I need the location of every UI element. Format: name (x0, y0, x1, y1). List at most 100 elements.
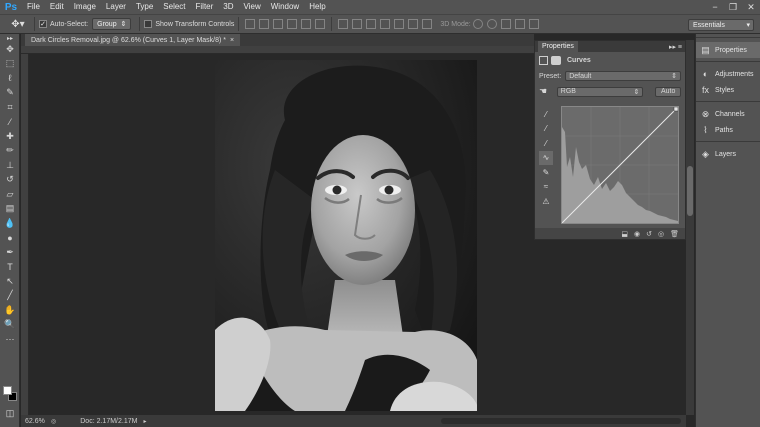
3d-roll-icon[interactable] (486, 19, 497, 29)
menu-select[interactable]: Select (158, 0, 190, 14)
hand-tool-icon[interactable]: ✋ (0, 303, 20, 318)
targeted-adjustment-icon[interactable]: ☚ (539, 86, 553, 97)
workspace-switcher[interactable]: Essentials ▾ (688, 19, 754, 31)
horizontal-scrollbar[interactable] (441, 418, 681, 424)
edit-points-icon[interactable]: ∿ (539, 150, 553, 165)
distribute-top-icon[interactable] (338, 19, 349, 29)
preset-dropdown[interactable]: Default ⇕ (565, 71, 681, 81)
auto-select-value: Group (97, 20, 117, 28)
document-tab[interactable]: Dark Circles Removal.jpg @ 62.6% (Curves… (25, 34, 241, 46)
panel-scrollbar[interactable] (686, 40, 694, 415)
align-bottom-icon[interactable] (273, 19, 284, 29)
marquee-tool-icon[interactable]: ⬚ (0, 57, 20, 72)
3d-rotate-icon[interactable] (472, 19, 483, 29)
vertical-ruler[interactable] (21, 54, 29, 415)
dock-item-properties[interactable]: ▤ Properties (696, 42, 760, 58)
eyedropper-tool-icon[interactable]: ⁄ (0, 115, 20, 130)
path-selection-tool-icon[interactable]: ↖ (0, 274, 20, 289)
clipping-warning-icon[interactable]: ⚠ (539, 194, 553, 208)
menu-help[interactable]: Help (304, 0, 330, 14)
curves-graph[interactable] (561, 106, 679, 224)
shape-tool-icon[interactable]: ╱ (0, 289, 20, 304)
align-top-icon[interactable] (245, 19, 256, 29)
distribute-vcenter-icon[interactable] (352, 19, 363, 29)
distribute-right-icon[interactable] (408, 19, 419, 29)
reset-icon[interactable]: ↺ (646, 230, 652, 238)
type-tool-icon[interactable]: T (0, 260, 20, 275)
auto-select-dropdown[interactable]: Group ⇕ (92, 18, 132, 30)
brush-tool-icon[interactable]: ✏ (0, 144, 20, 159)
menu-3d[interactable]: 3D (218, 0, 238, 14)
dock-item-channels[interactable]: ⊗ Channels (696, 106, 760, 122)
menu-image[interactable]: Image (69, 0, 101, 14)
auto-select-checkbox[interactable]: ✓ Auto-Select: (39, 20, 88, 28)
white-point-eyedropper-icon[interactable]: ⁄ (539, 136, 553, 150)
visibility-eye-icon[interactable]: ◎ (658, 230, 664, 238)
auto-align-icon[interactable] (422, 19, 433, 29)
menu-type[interactable]: Type (131, 0, 158, 14)
panel-scroll-thumb[interactable] (687, 166, 693, 216)
channel-dropdown[interactable]: RGB ⇕ (556, 86, 644, 97)
collapse-toolbar-icon[interactable]: ▸▸ (0, 34, 20, 42)
auto-button[interactable]: Auto (655, 86, 681, 97)
black-point-eyedropper-icon[interactable]: ⁄ (539, 107, 553, 121)
status-menu-arrow-icon[interactable]: ▸ (143, 418, 146, 425)
close-icon[interactable]: ✕ (742, 0, 760, 14)
pen-tool-icon[interactable]: ✒ (0, 245, 20, 260)
healing-brush-tool-icon[interactable]: ✚ (0, 129, 20, 144)
pencil-draw-icon[interactable]: ✎ (539, 165, 553, 179)
menu-filter[interactable]: Filter (191, 0, 219, 14)
lasso-tool-icon[interactable]: ℓ (0, 71, 20, 86)
dock-item-styles[interactable]: fx Styles (696, 82, 760, 98)
zoom-stepper-icon[interactable]: ◎ (51, 418, 56, 425)
align-hcenter-icon[interactable] (301, 19, 312, 29)
delete-trash-icon[interactable]: 🗑 (670, 230, 679, 238)
align-left-icon[interactable] (287, 19, 298, 29)
distribute-left-icon[interactable] (380, 19, 391, 29)
menu-edit[interactable]: Edit (45, 0, 69, 14)
restore-icon[interactable]: ❐ (724, 0, 742, 14)
move-tool-icon[interactable]: ✥ (0, 42, 20, 57)
view-previous-icon[interactable]: ◉ (634, 230, 640, 238)
clip-to-layer-icon[interactable]: ⬓ (621, 230, 628, 238)
menu-layer[interactable]: Layer (101, 0, 131, 14)
blur-tool-icon[interactable]: 💧 (0, 216, 20, 231)
zoom-level[interactable]: 62.6% (21, 418, 51, 425)
properties-tab[interactable]: Properties (538, 41, 578, 52)
quick-mask-icon[interactable]: ◫ (0, 406, 20, 421)
document-image[interactable] (215, 60, 477, 411)
zoom-tool-icon[interactable]: 🔍 (0, 318, 20, 333)
extra-tools-icon[interactable]: ⋯ (0, 332, 20, 347)
smooth-curve-icon[interactable]: ≈ (539, 180, 553, 194)
foreground-color-swatch[interactable] (3, 386, 12, 395)
screen-mode-icon[interactable]: ▭ (0, 422, 20, 427)
3d-pan-icon[interactable] (500, 19, 511, 29)
move-tool-preset-icon[interactable]: ✥▾ (6, 16, 30, 32)
dock-item-adjustments[interactable]: ◐ Adjustments (696, 66, 760, 82)
clone-stamp-tool-icon[interactable]: ⊥ (0, 158, 20, 173)
gray-point-eyedropper-icon[interactable]: ⁄ (539, 122, 553, 136)
dock-item-layers[interactable]: ◈ Layers (696, 146, 760, 162)
eraser-tool-icon[interactable]: ▱ (0, 187, 20, 202)
close-tab-icon[interactable]: × (230, 37, 234, 44)
show-transform-checkbox[interactable]: Show Transform Controls (144, 20, 234, 28)
dock-item-paths[interactable]: ⌇ Paths (696, 122, 760, 138)
crop-tool-icon[interactable]: ⌗ (0, 100, 20, 115)
align-vcenter-icon[interactable] (259, 19, 270, 29)
3d-slide-icon[interactable] (514, 19, 525, 29)
history-brush-tool-icon[interactable]: ↺ (0, 173, 20, 188)
align-right-icon[interactable] (315, 19, 326, 29)
gradient-tool-icon[interactable]: ▤ (0, 202, 20, 217)
dodge-tool-icon[interactable]: ● (0, 231, 20, 246)
menu-view[interactable]: View (239, 0, 266, 14)
panel-menu-icon[interactable]: ▸▸ ≡ (669, 43, 682, 51)
menu-file[interactable]: File (22, 0, 45, 14)
3d-scale-icon[interactable] (528, 19, 539, 29)
minimize-icon[interactable]: − (706, 0, 724, 14)
distribute-bottom-icon[interactable] (366, 19, 377, 29)
menu-window[interactable]: Window (266, 0, 304, 14)
curves-adjustment-icon[interactable] (539, 56, 548, 65)
distribute-hcenter-icon[interactable] (394, 19, 405, 29)
quick-select-tool-icon[interactable]: ✎ (0, 86, 20, 101)
layer-mask-icon[interactable] (551, 56, 561, 65)
